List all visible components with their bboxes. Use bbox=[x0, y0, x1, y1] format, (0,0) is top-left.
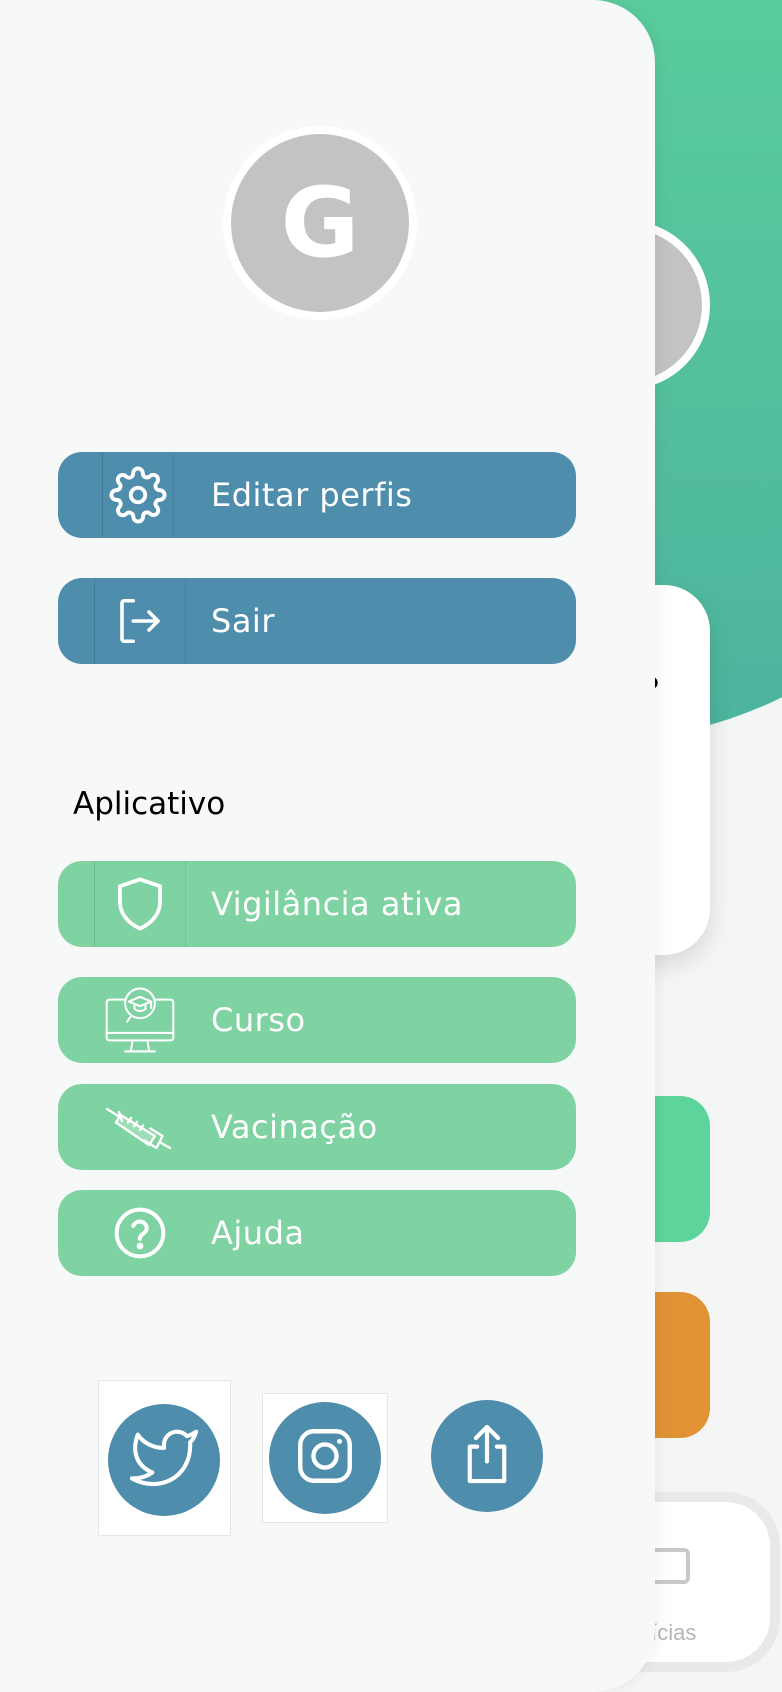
active-surveillance-label: Vigilância ativa bbox=[211, 885, 463, 923]
instagram-button[interactable] bbox=[269, 1402, 381, 1514]
help-button[interactable]: Ajuda bbox=[58, 1190, 576, 1276]
help-label: Ajuda bbox=[211, 1214, 305, 1252]
profile-avatar-ring: G bbox=[223, 126, 417, 320]
twitter-button[interactable] bbox=[108, 1404, 220, 1516]
course-button[interactable]: Curso bbox=[58, 977, 576, 1063]
vaccination-label: Vacinação bbox=[211, 1108, 378, 1146]
edit-profiles-button[interactable]: Editar perfis bbox=[58, 452, 576, 538]
active-surveillance-button[interactable]: Vigilância ativa bbox=[58, 861, 576, 947]
instagram-icon bbox=[292, 1423, 358, 1493]
edit-profiles-label: Editar perfis bbox=[211, 476, 413, 514]
gear-icon bbox=[102, 452, 174, 538]
logout-label: Sair bbox=[211, 602, 275, 640]
online-course-icon bbox=[102, 977, 178, 1063]
twitter-icon bbox=[129, 1423, 199, 1497]
logout-button[interactable]: Sair bbox=[58, 578, 576, 664]
avatar[interactable]: G bbox=[231, 134, 409, 312]
help-icon bbox=[102, 1190, 178, 1276]
share-button[interactable] bbox=[431, 1400, 543, 1512]
share-icon bbox=[457, 1422, 517, 1490]
logout-icon bbox=[94, 578, 186, 664]
side-drawer: G Editar perfis Sair Aplicativo Vigilânc… bbox=[0, 0, 655, 1692]
course-label: Curso bbox=[211, 1001, 306, 1039]
vaccination-button[interactable]: Vacinação bbox=[58, 1084, 576, 1170]
syringe-icon bbox=[102, 1084, 178, 1170]
shield-icon bbox=[94, 861, 186, 947]
app-section-title: Aplicativo bbox=[73, 786, 226, 822]
